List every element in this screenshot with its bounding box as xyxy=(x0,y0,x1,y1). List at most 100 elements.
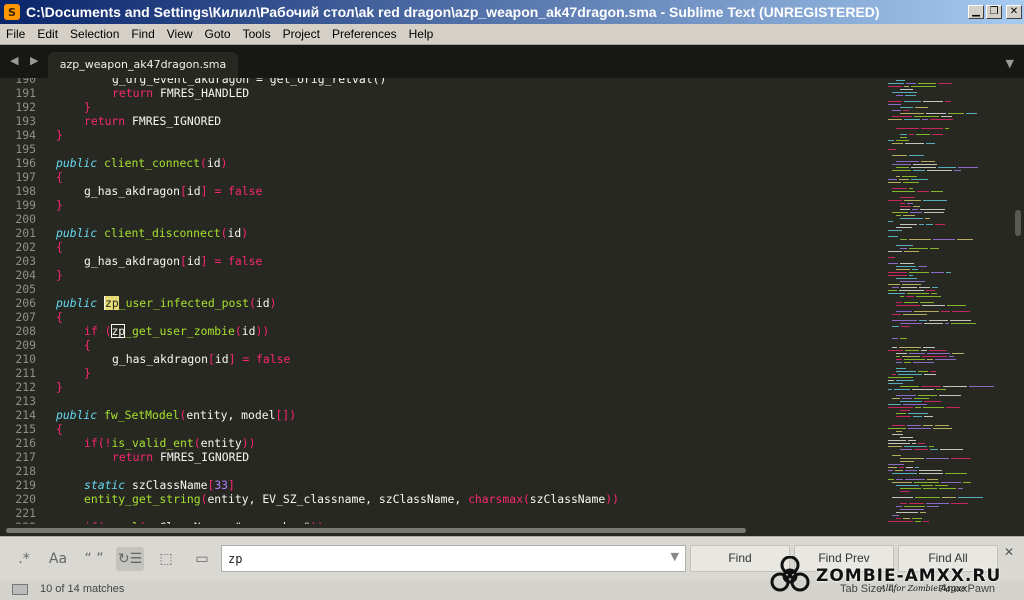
find-all-button[interactable]: Find All xyxy=(898,545,998,572)
syntax-indicator[interactable]: AmxxPawn xyxy=(940,583,995,595)
find-input[interactable] xyxy=(222,546,685,571)
minimap-line xyxy=(963,482,971,483)
maximize-button[interactable]: ❐ xyxy=(986,5,1002,19)
find-history-dropdown-icon[interactable]: ▼ xyxy=(671,550,679,563)
minimap-line xyxy=(892,155,907,156)
menu-find[interactable]: Find xyxy=(125,27,160,41)
code-line[interactable]: g_drg_event_akdragon = get_orig_retval() xyxy=(112,78,386,86)
minimap-line xyxy=(918,83,936,84)
code-line[interactable]: { xyxy=(56,422,63,436)
minimap-line xyxy=(914,482,939,483)
minimap-line xyxy=(903,182,919,183)
minimap-line xyxy=(904,359,925,360)
code-line[interactable]: return FMRES_IGNORED xyxy=(112,450,249,464)
menu-project[interactable]: Project xyxy=(277,27,326,41)
code-line[interactable]: if (zp_get_user_zombie(id)) xyxy=(84,324,269,338)
panel-toggle-icon[interactable] xyxy=(12,584,28,595)
code-token: entity_get_string xyxy=(84,492,201,506)
code-token: 33 xyxy=(214,478,229,492)
code-line[interactable]: { xyxy=(56,170,63,184)
minimap-line xyxy=(903,314,927,315)
code-token: [] xyxy=(275,408,290,422)
code-line[interactable]: g_has_akdragon[id] = false xyxy=(112,352,290,366)
code-line[interactable]: static szClassName[33] xyxy=(84,478,235,492)
find-prev-button[interactable]: Find Prev xyxy=(794,545,894,572)
code-line[interactable]: } xyxy=(84,366,91,380)
minimap-line xyxy=(892,425,905,426)
code-line[interactable]: public zp_user_infected_post(id) xyxy=(56,296,276,310)
tab-size-indicator[interactable]: Tab Size: 4 xyxy=(840,583,894,595)
wrap-toggle[interactable]: ↻☰ xyxy=(116,547,144,571)
menu-file[interactable]: File xyxy=(0,27,31,41)
code-line[interactable]: g_has_akdragon[id] = false xyxy=(84,184,262,198)
minimap-line xyxy=(899,290,924,291)
search-match: zp xyxy=(104,296,119,310)
minimap-line xyxy=(957,239,973,240)
tab-dropdown-icon[interactable]: ▼ xyxy=(1006,57,1014,70)
minimap-line xyxy=(888,383,903,384)
in-selection-toggle[interactable]: ⬚ xyxy=(152,547,180,571)
highlight-matches-toggle[interactable]: ▭ xyxy=(188,547,216,571)
code-line[interactable]: } xyxy=(56,380,63,394)
vertical-scrollbar[interactable] xyxy=(1012,78,1024,524)
menu-goto[interactable]: Goto xyxy=(199,27,237,41)
minimap-line xyxy=(905,350,919,351)
code-line[interactable]: { xyxy=(56,240,63,254)
minimap-line xyxy=(939,488,956,489)
find-panel-close-icon[interactable]: ✕ xyxy=(1004,545,1014,559)
minimap-line xyxy=(896,215,901,216)
horizontal-scroll-thumb[interactable] xyxy=(6,528,746,533)
minimap-line xyxy=(896,80,905,81)
code-token: ) xyxy=(220,156,228,170)
minimap-line xyxy=(896,431,902,432)
code-line[interactable]: return FMRES_IGNORED xyxy=(84,114,221,128)
minimize-button[interactable]: ▁ xyxy=(968,5,984,19)
minimap-line xyxy=(896,506,902,507)
code-line[interactable]: } xyxy=(84,100,91,114)
tab-nav-arrows-icon[interactable]: ◀ ▶ xyxy=(10,54,42,67)
code-token: } xyxy=(56,198,63,212)
code-token: ( xyxy=(193,436,201,450)
close-button[interactable]: ✕ xyxy=(1006,5,1022,19)
find-button[interactable]: Find xyxy=(690,545,790,572)
minimap-line xyxy=(888,257,895,258)
minimap-line xyxy=(906,467,913,468)
code-token: } xyxy=(56,380,63,394)
menu-view[interactable]: View xyxy=(161,27,199,41)
code-editor[interactable]: 190 g_drg_event_akdragon = get_orig_retva… xyxy=(0,78,1012,524)
minimap-line xyxy=(892,455,901,456)
code-line[interactable]: public fw_SetModel(entity, model[]) xyxy=(56,408,296,422)
vertical-scroll-thumb[interactable] xyxy=(1015,210,1021,236)
regex-toggle[interactable]: .* xyxy=(10,547,38,571)
menu-edit[interactable]: Edit xyxy=(31,27,64,41)
code-line[interactable]: { xyxy=(84,338,91,352)
case-sensitive-toggle[interactable]: Aa xyxy=(44,547,72,571)
code-line[interactable]: } xyxy=(56,128,63,142)
code-line[interactable]: g_has_akdragon[id] = false xyxy=(84,254,262,268)
minimap-line xyxy=(922,119,928,120)
line-number: 208 xyxy=(15,324,36,338)
minimap-line xyxy=(951,323,976,324)
minimap-line xyxy=(892,170,911,171)
code-line[interactable]: { xyxy=(56,310,63,324)
code-line[interactable]: } xyxy=(56,198,63,212)
minimap-line xyxy=(900,458,924,459)
code-line[interactable]: } xyxy=(56,268,63,282)
minimap-line xyxy=(909,248,928,249)
menu-preferences[interactable]: Preferences xyxy=(326,27,403,41)
minimap[interactable] xyxy=(884,78,1012,524)
menu-help[interactable]: Help xyxy=(403,27,440,41)
minimap-line xyxy=(888,470,893,471)
code-line[interactable]: return FMRES_HANDLED xyxy=(112,86,249,100)
code-line[interactable]: entity_get_string (entity, EV_SZ_classnam… xyxy=(84,492,619,506)
horizontal-scrollbar[interactable] xyxy=(0,524,1012,536)
line-number: 219 xyxy=(15,478,36,492)
code-line[interactable]: public client_connect(id) xyxy=(56,156,227,170)
whole-word-toggle[interactable]: “ ” xyxy=(80,547,108,571)
minimap-line xyxy=(896,302,902,303)
tab-azp-weapon-ak47dragon[interactable]: azp_weapon_ak47dragon.sma xyxy=(48,52,238,78)
menu-selection[interactable]: Selection xyxy=(64,27,125,41)
code-line[interactable]: public client_disconnect(id) xyxy=(56,226,248,240)
code-line[interactable]: if(!is_valid_ent(entity)) xyxy=(84,436,255,450)
menu-tools[interactable]: Tools xyxy=(237,27,277,41)
